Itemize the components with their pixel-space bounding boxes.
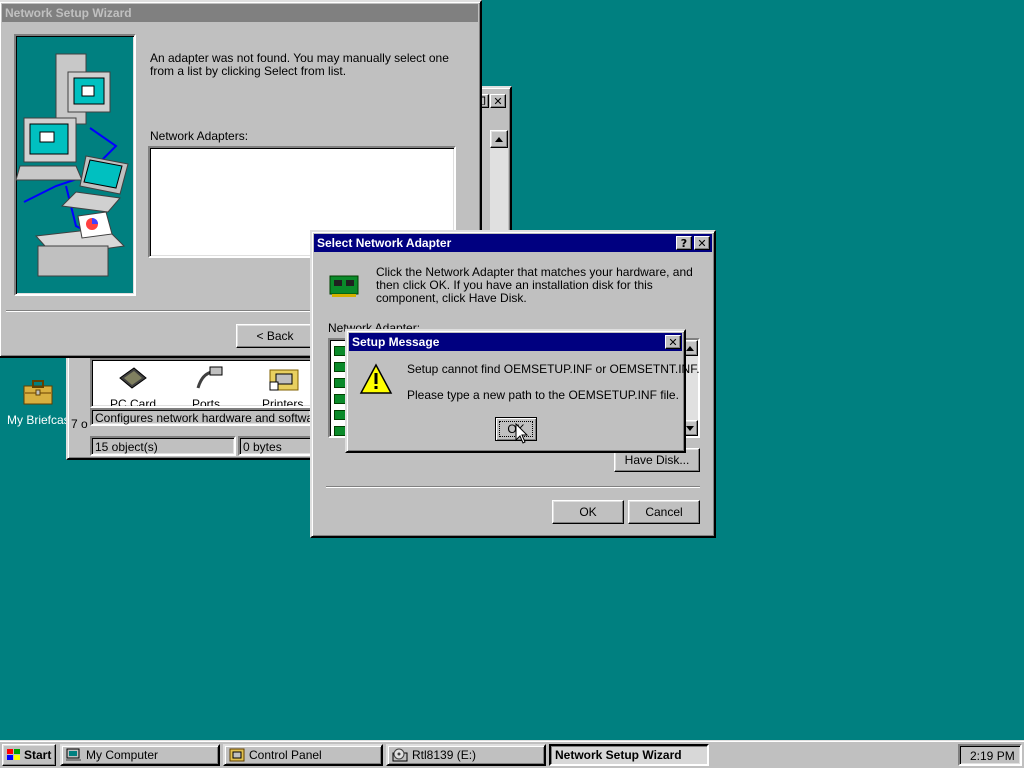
start-label: Start — [24, 748, 52, 762]
mouse-pointer-icon — [515, 423, 529, 444]
start-button[interactable]: Start — [2, 744, 56, 766]
back-button-label: < Back — [256, 329, 294, 343]
setup-message-close-button[interactable]: ✕ — [665, 335, 681, 349]
pc-card-item[interactable]: PC Card — [108, 362, 158, 408]
printers-item[interactable]: Printers — [260, 362, 310, 408]
cancel-button[interactable]: Cancel — [628, 500, 700, 524]
briefcase-icon — [23, 380, 53, 405]
status-bytes: 0 bytes — [243, 440, 282, 454]
arrow-up-icon — [495, 136, 503, 142]
setup-message-line2: Please type a new path to the OEMSETUP.I… — [407, 388, 679, 402]
setup-message-titlebar[interactable]: Setup Message — [349, 333, 682, 351]
back-button[interactable]: < Back — [236, 324, 314, 348]
arrow-up-icon — [686, 345, 694, 351]
status-bytes-pane: 0 bytes — [238, 436, 318, 456]
ports-icon — [196, 366, 223, 389]
ok-button[interactable]: OK — [552, 500, 624, 524]
taskbar-control-panel[interactable]: Control Panel — [223, 744, 383, 766]
select-adapter-close-button[interactable]: ✕ — [694, 236, 710, 250]
taskbar-network-setup-wizard[interactable]: Network Setup Wizard — [549, 744, 709, 766]
ports-label: Ports — [192, 397, 221, 408]
control-panel-hint-bar: Configures network hardware and software — [90, 408, 324, 426]
cd-drive-icon — [392, 748, 408, 762]
arrow-down-icon — [686, 425, 694, 431]
wizard-illustration — [14, 34, 136, 296]
warning-icon — [359, 363, 393, 394]
setup-message-line1: Setup cannot find OEMSETUP.INF or OEMSET… — [407, 362, 700, 376]
windows-logo-icon — [7, 749, 20, 760]
taskbar-my-computer[interactable]: My Computer — [60, 744, 220, 766]
system-tray: 2:19 PM — [958, 744, 1022, 766]
wizard-titlebar[interactable]: Network Setup Wizard — [2, 4, 478, 22]
taskbar-my-computer-label: My Computer — [86, 748, 159, 762]
wizard-message: An adapter was not found. You may manual… — [150, 51, 449, 78]
control-panel-close-button[interactable]: ✕ — [490, 94, 506, 108]
status-objects: 15 object(s) — [95, 440, 158, 454]
cancel-label: Cancel — [645, 505, 683, 519]
network-card-icon — [329, 275, 359, 297]
scroll-up-button[interactable] — [490, 130, 508, 148]
have-disk-label: Have Disk... — [624, 453, 690, 467]
taskbar: Start My Computer Control Panel Rtl8139 … — [0, 740, 1024, 768]
pc-card-label: PC Card — [110, 397, 157, 408]
taskbar-rtl8139-drive[interactable]: Rtl8139 (E:) — [386, 744, 546, 766]
printers-label: Printers — [262, 397, 304, 408]
network-computers-illustration — [16, 53, 129, 277]
network-adapters-label: Network Adapters: — [150, 129, 249, 143]
select-adapter-separator — [326, 486, 700, 488]
select-adapter-title: Select Network Adapter — [317, 236, 452, 250]
select-adapter-titlebar[interactable]: Select Network Adapter — [314, 234, 712, 252]
status-partial: 7 o — [71, 417, 88, 431]
taskbar-network-setup-wizard-label: Network Setup Wizard — [555, 748, 682, 762]
control-panel-icon — [229, 748, 245, 762]
setup-message-title: Setup Message — [352, 335, 440, 349]
status-hint: Configures network hardware and software — [95, 411, 324, 425]
ok-label: OK — [579, 505, 597, 519]
ports-item[interactable]: Ports — [184, 362, 234, 408]
taskbar-rtl8139-label: Rtl8139 (E:) — [412, 748, 477, 762]
taskbar-control-panel-label: Control Panel — [249, 748, 322, 762]
help-button[interactable]: ? — [676, 236, 692, 250]
status-objects-pane: 15 object(s) — [90, 436, 236, 456]
wizard-title: Network Setup Wizard — [5, 6, 132, 20]
my-briefcase-desktop-icon[interactable]: My Briefcase — [4, 378, 76, 428]
select-adapter-instructions: Click the Network Adapter that matches y… — [376, 265, 693, 305]
pc-card-icon — [119, 367, 147, 389]
printers-folder-icon — [269, 369, 299, 391]
setup-message-dialog: Setup Message ✕ Setup cannot find OEMSET… — [345, 329, 700, 453]
my-computer-icon — [66, 748, 81, 761]
clock[interactable]: 2:19 PM — [970, 750, 1015, 763]
